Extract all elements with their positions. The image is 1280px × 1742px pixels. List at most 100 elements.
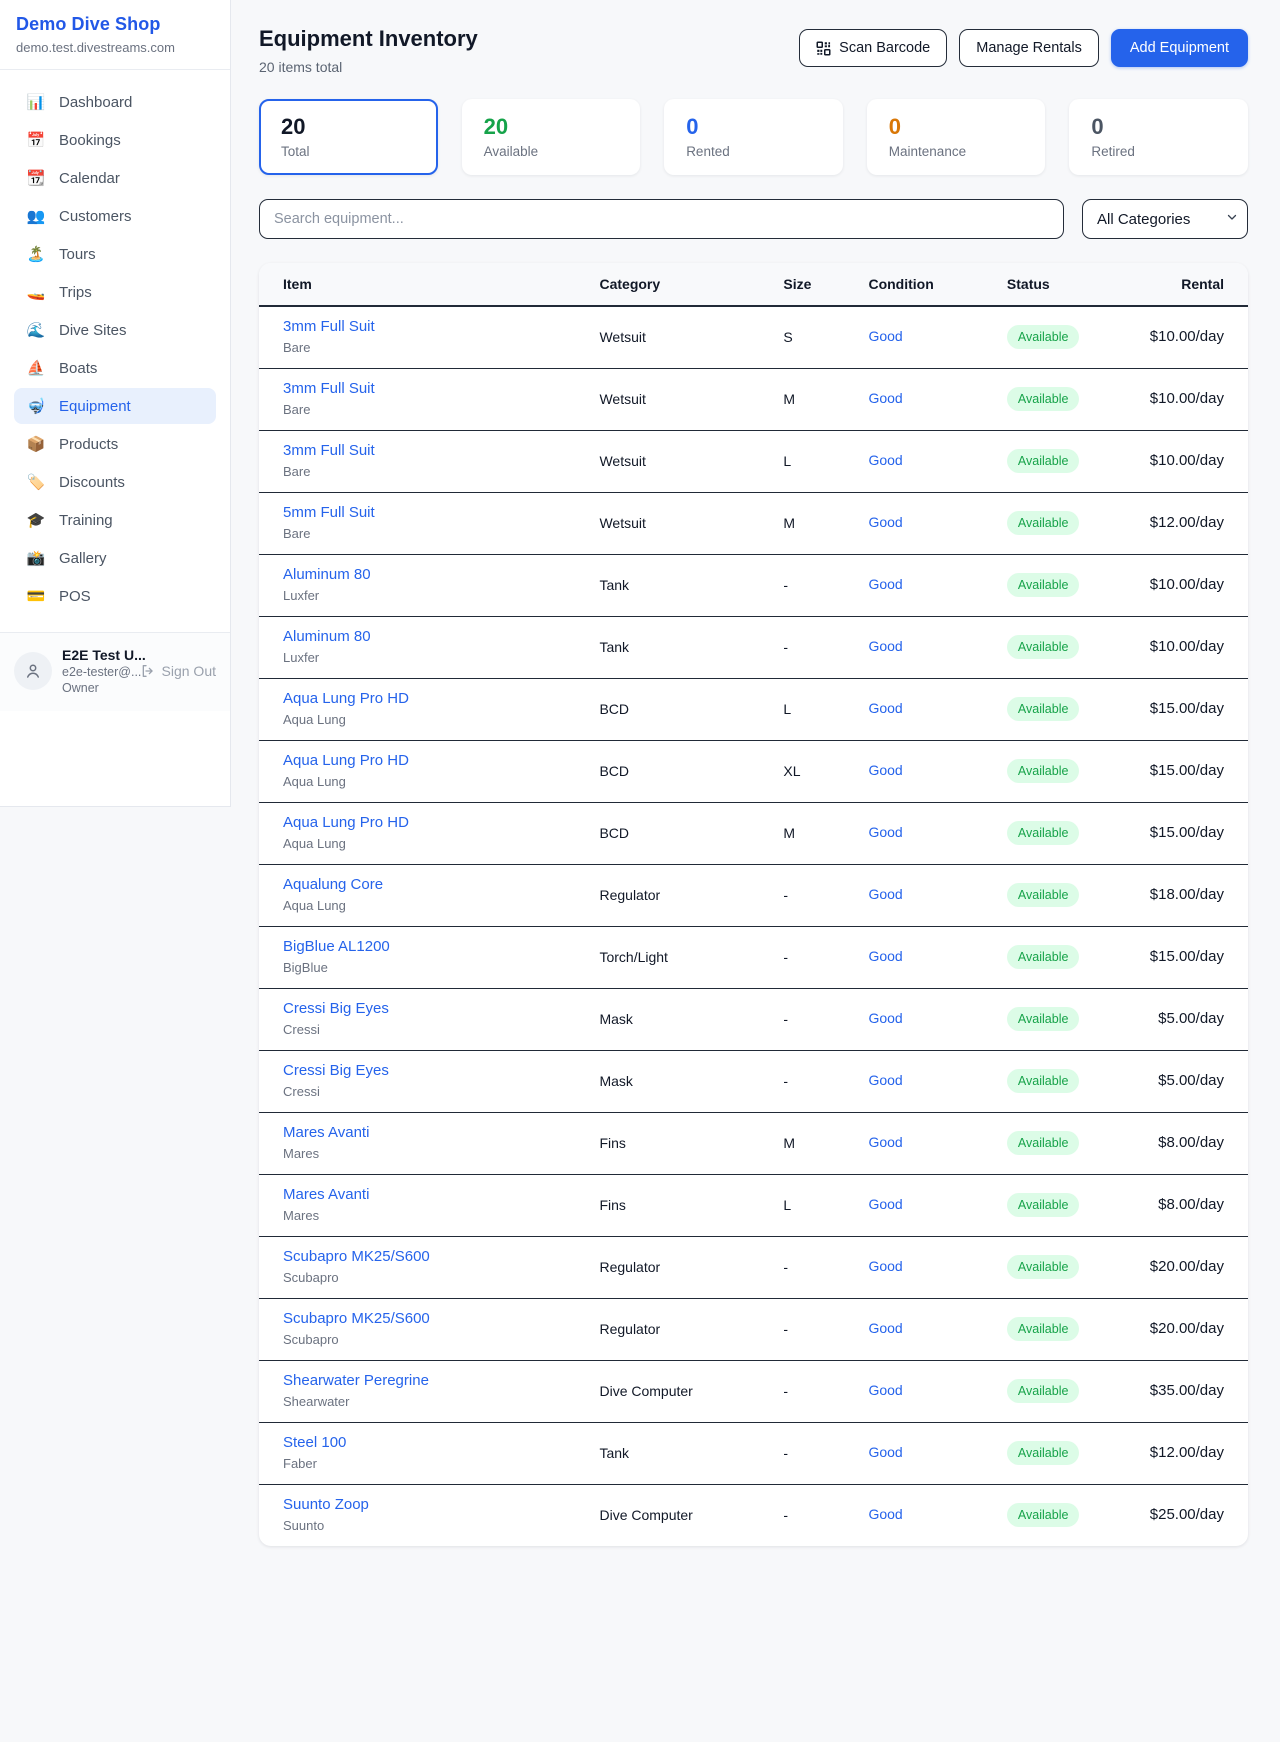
item-condition-link[interactable]: Good (868, 1444, 902, 1460)
nav-item-icon: 💳 (26, 587, 46, 605)
status-badge: Available (1007, 1503, 1080, 1527)
item-condition-link[interactable]: Good (868, 576, 902, 592)
item-condition-link[interactable]: Good (868, 390, 902, 406)
sidebar-item-discounts[interactable]: 🏷️ Discounts (14, 464, 216, 500)
sidebar-item-gallery[interactable]: 📸 Gallery (14, 540, 216, 576)
item-name-link[interactable]: Mares Avanti (283, 1186, 369, 1203)
user-meta: E2E Test U... e2e-tester@... Owner (62, 647, 130, 695)
scan-barcode-button[interactable]: Scan Barcode (799, 29, 947, 67)
item-name-link[interactable]: Aqualung Core (283, 876, 383, 893)
nav-item-label: Dashboard (59, 94, 132, 111)
item-name-link[interactable]: 5mm Full Suit (283, 504, 375, 521)
item-rental: $18.00/day (1150, 886, 1224, 903)
sidebar-item-equipment[interactable]: 🤿 Equipment (14, 388, 216, 424)
item-category: Fins (575, 1175, 759, 1237)
brand-block: Demo Dive Shop demo.test.divestreams.com (0, 0, 230, 70)
sidebar-item-training[interactable]: 🎓 Training (14, 502, 216, 538)
sidebar-item-calendar[interactable]: 📆 Calendar (14, 160, 216, 196)
item-name-link[interactable]: Steel 100 (283, 1434, 346, 1451)
nav-item-icon: ⛵ (26, 359, 46, 377)
item-condition-link[interactable]: Good (868, 328, 902, 344)
add-equipment-button[interactable]: Add Equipment (1111, 29, 1248, 67)
item-condition-link[interactable]: Good (868, 1134, 902, 1150)
item-name-link[interactable]: Mares Avanti (283, 1124, 369, 1141)
sign-out-button[interactable]: Sign Out (140, 663, 218, 679)
sidebar-item-pos[interactable]: 💳 POS (14, 578, 216, 614)
sidebar-item-boats[interactable]: ⛵ Boats (14, 350, 216, 386)
item-name-link[interactable]: Aqua Lung Pro HD (283, 690, 409, 707)
status-badge: Available (1007, 511, 1080, 535)
item-condition-link[interactable]: Good (868, 700, 902, 716)
item-name-link[interactable]: Scubapro MK25/S600 (283, 1248, 430, 1265)
item-condition-link[interactable]: Good (868, 1506, 902, 1522)
item-name-link[interactable]: Aluminum 80 (283, 628, 371, 645)
nav-item-icon: 🌊 (26, 321, 46, 339)
nav-item-icon: 🎓 (26, 511, 46, 529)
stat-card-retired[interactable]: 0 Retired (1069, 99, 1248, 175)
sidebar-item-dashboard[interactable]: 📊 Dashboard (14, 84, 216, 120)
table-row: 5mm Full Suit Bare Wetsuit M Good Availa… (259, 493, 1248, 555)
search-input[interactable] (259, 199, 1064, 239)
item-name-link[interactable]: Suunto Zoop (283, 1496, 369, 1513)
table-row: Scubapro MK25/S600 Scubapro Regulator - … (259, 1299, 1248, 1361)
stat-label: Retired (1091, 144, 1226, 159)
item-name-link[interactable]: 3mm Full Suit (283, 442, 375, 459)
item-size: - (759, 1361, 844, 1423)
table-row: Cressi Big Eyes Cressi Mask - Good Avail… (259, 989, 1248, 1051)
category-select[interactable]: All Categories (1082, 199, 1248, 239)
status-badge: Available (1007, 573, 1080, 597)
sidebar-item-tours[interactable]: 🏝️ Tours (14, 236, 216, 272)
item-name-link[interactable]: Aqua Lung Pro HD (283, 752, 409, 769)
column-header-status: Status (983, 263, 1116, 306)
manage-rentals-button[interactable]: Manage Rentals (959, 29, 1099, 67)
item-name-link[interactable]: Scubapro MK25/S600 (283, 1310, 430, 1327)
item-name-link[interactable]: Shearwater Peregrine (283, 1372, 429, 1389)
item-name-link[interactable]: Cressi Big Eyes (283, 1000, 389, 1017)
item-name-link[interactable]: Aqua Lung Pro HD (283, 814, 409, 831)
stat-card-available[interactable]: 20 Available (462, 99, 641, 175)
column-header-condition: Condition (844, 263, 982, 306)
stat-card-maintenance[interactable]: 0 Maintenance (867, 99, 1046, 175)
brand-title[interactable]: Demo Dive Shop (16, 14, 212, 35)
user-icon (24, 662, 42, 680)
item-name-link[interactable]: Aluminum 80 (283, 566, 371, 583)
add-equipment-label: Add Equipment (1130, 40, 1229, 56)
item-condition-link[interactable]: Good (868, 824, 902, 840)
item-condition-link[interactable]: Good (868, 948, 902, 964)
item-name-link[interactable]: 3mm Full Suit (283, 380, 375, 397)
item-condition-link[interactable]: Good (868, 1010, 902, 1026)
sidebar-item-bookings[interactable]: 📅 Bookings (14, 122, 216, 158)
item-size: - (759, 927, 844, 989)
item-condition-link[interactable]: Good (868, 638, 902, 654)
page-title-block: Equipment Inventory 20 items total (259, 26, 478, 75)
sidebar-item-dive-sites[interactable]: 🌊 Dive Sites (14, 312, 216, 348)
item-name-link[interactable]: 3mm Full Suit (283, 318, 375, 335)
item-category: Mask (575, 1051, 759, 1113)
item-condition-link[interactable]: Good (868, 1382, 902, 1398)
item-name-link[interactable]: Cressi Big Eyes (283, 1062, 389, 1079)
stat-card-rented[interactable]: 0 Rented (664, 99, 843, 175)
item-condition-link[interactable]: Good (868, 1196, 902, 1212)
item-rental: $10.00/day (1150, 390, 1224, 407)
item-condition-link[interactable]: Good (868, 514, 902, 530)
status-badge: Available (1007, 387, 1080, 411)
item-condition-link[interactable]: Good (868, 886, 902, 902)
table-row: BigBlue AL1200 BigBlue Torch/Light - Goo… (259, 927, 1248, 989)
sidebar-item-customers[interactable]: 👥 Customers (14, 198, 216, 234)
item-condition-link[interactable]: Good (868, 452, 902, 468)
stat-card-total[interactable]: 20 Total (259, 99, 438, 175)
user-role: Owner (62, 681, 130, 695)
item-name-link[interactable]: BigBlue AL1200 (283, 938, 390, 955)
item-condition-link[interactable]: Good (868, 1258, 902, 1274)
item-brand: Scubapro (283, 1270, 551, 1285)
item-brand: Luxfer (283, 650, 551, 665)
item-condition-link[interactable]: Good (868, 1072, 902, 1088)
item-size: - (759, 1299, 844, 1361)
nav-item-icon: 📊 (26, 93, 46, 111)
user-email: e2e-tester@... (62, 665, 130, 679)
sidebar-item-trips[interactable]: 🚤 Trips (14, 274, 216, 310)
item-condition-link[interactable]: Good (868, 1320, 902, 1336)
item-condition-link[interactable]: Good (868, 762, 902, 778)
sidebar-item-products[interactable]: 📦 Products (14, 426, 216, 462)
table-row: Aluminum 80 Luxfer Tank - Good Available… (259, 617, 1248, 679)
